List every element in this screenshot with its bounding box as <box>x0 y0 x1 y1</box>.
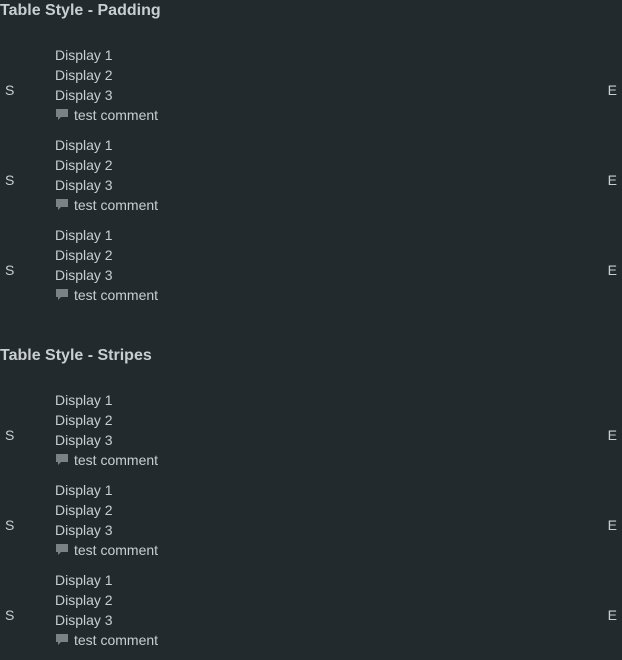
display-line: Display 3 <box>55 177 113 193</box>
display-line: Display 1 <box>55 482 113 498</box>
row-content: Display 1 Display 2 Display 3 test comme… <box>55 570 158 650</box>
row-content: Display 1 Display 2 Display 3 test comme… <box>55 480 158 560</box>
display-line: Display 2 <box>55 592 113 608</box>
row-content: Display 1 Display 2 Display 3 test comme… <box>55 135 158 215</box>
display-line: Display 2 <box>55 247 113 263</box>
comment: test comment <box>55 105 158 125</box>
list-item[interactable]: S Display 1 Display 2 Display 3 test com… <box>0 480 622 570</box>
list-padding: S Display 1 Display 2 Display 3 test com… <box>0 45 622 315</box>
display-line: Display 2 <box>55 67 113 83</box>
comment: test comment <box>55 195 158 215</box>
comment: test comment <box>55 285 158 305</box>
row-start-label: S <box>5 262 15 278</box>
comment-text: test comment <box>74 452 159 468</box>
list-item[interactable]: S Display 1 Display 2 Display 3 test com… <box>0 570 622 660</box>
display-line: Display 3 <box>55 87 113 103</box>
row-start-label: S <box>5 427 15 443</box>
list-item[interactable]: S Display 1 Display 2 Display 3 test com… <box>0 135 622 225</box>
row-end-label: E <box>607 427 617 443</box>
display-line: Display 3 <box>55 522 113 538</box>
display-line: Display 1 <box>55 572 113 588</box>
row-end-label: E <box>607 262 617 278</box>
list-item[interactable]: S Display 1 Display 2 Display 3 test com… <box>0 390 622 480</box>
comment: test comment <box>55 630 158 650</box>
display-line: Display 1 <box>55 227 113 243</box>
comment: test comment <box>55 450 158 470</box>
row-content: Display 1 Display 2 Display 3 test comme… <box>55 390 158 470</box>
display-line: Display 3 <box>55 612 113 628</box>
row-end-label: E <box>607 172 617 188</box>
row-end-label: E <box>607 607 617 623</box>
display-line: Display 3 <box>55 432 113 448</box>
comment: test comment <box>55 540 158 560</box>
comment-text: test comment <box>74 287 159 303</box>
comment-icon <box>56 289 68 300</box>
display-line: Display 2 <box>55 412 113 428</box>
comment-icon <box>56 634 68 645</box>
row-start-label: S <box>5 517 15 533</box>
display-line: Display 1 <box>55 47 113 63</box>
comment-text: test comment <box>74 542 159 558</box>
comment-text: test comment <box>74 197 159 213</box>
comment-icon <box>56 199 68 210</box>
row-content: Display 1 Display 2 Display 3 test comme… <box>55 225 158 305</box>
comment-text: test comment <box>74 107 159 123</box>
display-line: Display 3 <box>55 267 113 283</box>
comment-text: test comment <box>74 632 159 648</box>
section-padding: Table Style - Padding S Display 1 Displa… <box>0 0 622 315</box>
row-end-label: E <box>607 517 617 533</box>
section-stripes: Table Style - Stripes S Display 1 Displa… <box>0 345 622 660</box>
section-title: Table Style - Stripes <box>0 347 152 364</box>
display-line: Display 1 <box>55 392 113 408</box>
display-line: Display 2 <box>55 157 113 173</box>
display-line: Display 2 <box>55 502 113 518</box>
row-end-label: E <box>607 82 617 98</box>
display-line: Display 1 <box>55 137 113 153</box>
section-title: Table Style - Padding <box>0 2 161 19</box>
row-start-label: S <box>5 82 15 98</box>
comment-icon <box>56 109 68 120</box>
list-item[interactable]: S Display 1 Display 2 Display 3 test com… <box>0 45 622 135</box>
row-content: Display 1 Display 2 Display 3 test comme… <box>55 45 158 125</box>
row-start-label: S <box>5 172 15 188</box>
comment-icon <box>56 454 68 465</box>
list-stripes: S Display 1 Display 2 Display 3 test com… <box>0 390 622 660</box>
comment-icon <box>56 544 68 555</box>
row-start-label: S <box>5 607 15 623</box>
list-item[interactable]: S Display 1 Display 2 Display 3 test com… <box>0 225 622 315</box>
